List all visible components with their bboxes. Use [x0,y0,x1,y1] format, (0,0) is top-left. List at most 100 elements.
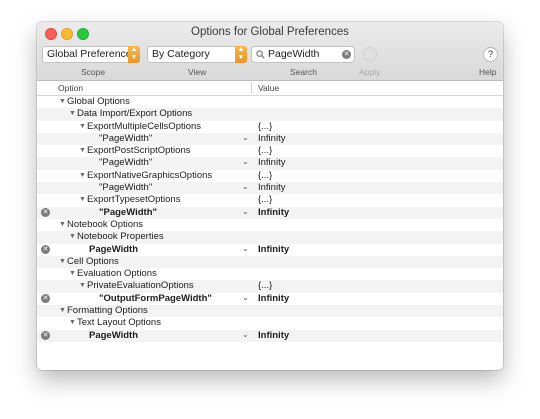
option-name: Data Import/Export Options [77,108,193,120]
option-name: Notebook Options [67,218,144,230]
option-name: Cell Options [67,255,119,267]
option-name: "PageWidth" [99,182,153,194]
value-menu-chevron-icon[interactable]: ⌄ [242,243,249,255]
disclosure-triangle-icon[interactable]: ▼ [79,194,86,206]
disclosure-triangle-icon[interactable]: ▼ [79,145,86,157]
tree-row[interactable]: ▼ Notebook Properties [37,231,503,244]
remove-option-icon[interactable]: ✕ [41,294,50,304]
tree-row[interactable]: ✕ "OutputFormPageWidth" ⌄ Infinity [37,293,503,305]
option-name: PageWidth [89,243,138,255]
search-input[interactable]: PageWidth [268,47,319,62]
option-value[interactable]: {...} [258,121,272,133]
tree-row[interactable]: ▼ Global Options [37,96,503,108]
scope-popup[interactable]: Global Preferences ▲ ▼ [42,46,140,63]
tree-row[interactable]: ▼ Text Layout Options [37,317,503,329]
options-window: Options for Global Preferences Global Pr… [37,22,503,370]
search-label: Search [290,67,317,77]
disclosure-triangle-icon[interactable]: ▼ [69,317,76,329]
disclosure-triangle-icon[interactable]: ▼ [79,280,86,292]
scope-label: Scope [81,67,106,77]
clear-search-icon[interactable]: ✕ [342,50,351,59]
tree-row[interactable]: ▼ Formatting Options [37,305,503,318]
tree-row[interactable]: ▼ ExportNativeGraphicsOptions {...} [37,170,503,182]
help-label: Help [479,67,497,77]
tree-row[interactable]: ✕ PageWidth ⌄ Infinity [37,244,503,256]
options-tree: ▼ Global Options ▼ Data Import/Export Optio… [37,96,503,342]
view-popup[interactable]: By Category ▲ ▼ [147,46,247,63]
option-name: Formatting Options [67,305,148,317]
option-name: Evaluation Options [77,268,157,280]
tree-row[interactable]: "PageWidth" ⌄ Infinity [37,156,503,170]
option-name: Global Options [67,96,130,107]
view-popup-value: By Category [152,48,210,60]
option-name: Notebook Properties [77,231,164,243]
toolbar: Options for Global Preferences Global Pr… [37,22,503,81]
help-button[interactable]: ? [483,47,498,62]
option-name: ExportTypesetOptions [87,194,181,206]
column-header: Option Value [37,81,503,96]
value-menu-chevron-icon[interactable]: ⌄ [242,329,249,341]
option-value[interactable]: {...} [258,194,272,206]
disclosure-triangle-icon[interactable]: ▼ [59,219,66,231]
option-value[interactable]: Infinity [258,293,289,305]
popup-arrows-icon: ▲ ▼ [128,46,140,63]
option-name: ExportMultipleCellsOptions [87,120,202,132]
scope-popup-value: Global Preferences [47,48,137,60]
option-name: Text Layout Options [77,317,161,329]
view-label: View [188,67,207,77]
option-name: "PageWidth" [99,206,158,218]
tree-row[interactable]: ✕ "PageWidth" ⌄ Infinity [37,206,503,219]
tree-row[interactable]: ▼ ExportMultipleCellsOptions {...} [37,121,503,133]
value-menu-chevron-icon[interactable]: ⌄ [242,292,249,304]
tree-row[interactable]: ✕ PageWidth ⌄ Infinity [37,329,503,342]
disclosure-triangle-icon[interactable]: ▼ [59,256,66,268]
option-name: PrivateEvaluationOptions [87,280,194,292]
popup-arrows-icon: ▲ ▼ [235,46,247,63]
disclosure-triangle-icon[interactable]: ▼ [59,96,66,108]
value-menu-chevron-icon[interactable]: ⌄ [242,181,249,193]
option-value[interactable]: {...} [258,170,272,182]
option-value[interactable]: Infinity [258,157,285,169]
remove-option-icon[interactable]: ✕ [41,245,50,255]
tree-row[interactable]: ▼ ExportTypesetOptions {...} [37,194,503,206]
search-field[interactable]: PageWidth ✕ [251,46,355,63]
value-menu-chevron-icon[interactable]: ⌄ [242,156,249,168]
option-value[interactable]: Infinity [258,244,289,256]
option-name: PageWidth [89,329,138,341]
tree-row[interactable]: ▼ PrivateEvaluationOptions {...} [37,280,503,293]
tree-row[interactable]: "PageWidth" ⌄ Infinity [37,132,503,146]
option-value[interactable]: {...} [258,280,272,292]
option-value[interactable]: {...} [258,145,272,157]
tree-row[interactable]: ▼ Cell Options [37,255,503,269]
search-icon [256,47,265,64]
disclosure-triangle-icon[interactable]: ▼ [69,108,76,120]
disclosure-triangle-icon[interactable]: ▼ [59,305,66,317]
option-name: ExportNativeGraphicsOptions [87,169,213,181]
option-value[interactable]: Infinity [258,330,289,342]
value-menu-chevron-icon[interactable]: ⌄ [242,132,249,144]
tree-row[interactable]: ▼ Notebook Options [37,219,503,231]
apply-button[interactable] [363,47,377,61]
option-name: "OutputFormPageWidth" [99,292,212,304]
tree-row[interactable]: ▼ Data Import/Export Options [37,108,503,121]
value-column-header[interactable]: Value [258,83,279,93]
disclosure-triangle-icon[interactable]: ▼ [69,268,76,280]
disclosure-triangle-icon[interactable]: ▼ [69,231,76,243]
column-divider[interactable] [251,82,252,94]
option-value[interactable]: Infinity [258,182,285,194]
tree-row[interactable]: "PageWidth" ⌄ Infinity [37,181,503,195]
remove-option-icon[interactable]: ✕ [41,331,50,341]
value-menu-chevron-icon[interactable]: ⌄ [242,206,249,218]
disclosure-triangle-icon[interactable]: ▼ [79,121,86,133]
tree-row[interactable]: ▼ ExportPostScriptOptions {...} [37,145,503,157]
option-value[interactable]: Infinity [258,133,285,145]
option-name: "PageWidth" [99,157,153,169]
option-value[interactable]: Infinity [258,207,289,219]
remove-option-icon[interactable]: ✕ [41,208,50,218]
option-column-header[interactable]: Option [58,83,83,93]
tree-row[interactable]: ▼ Evaluation Options [37,268,503,280]
option-name: "PageWidth" [99,132,153,144]
apply-label: Apply [359,67,381,77]
window-title: Options for Global Preferences [191,26,349,38]
disclosure-triangle-icon[interactable]: ▼ [79,170,86,182]
